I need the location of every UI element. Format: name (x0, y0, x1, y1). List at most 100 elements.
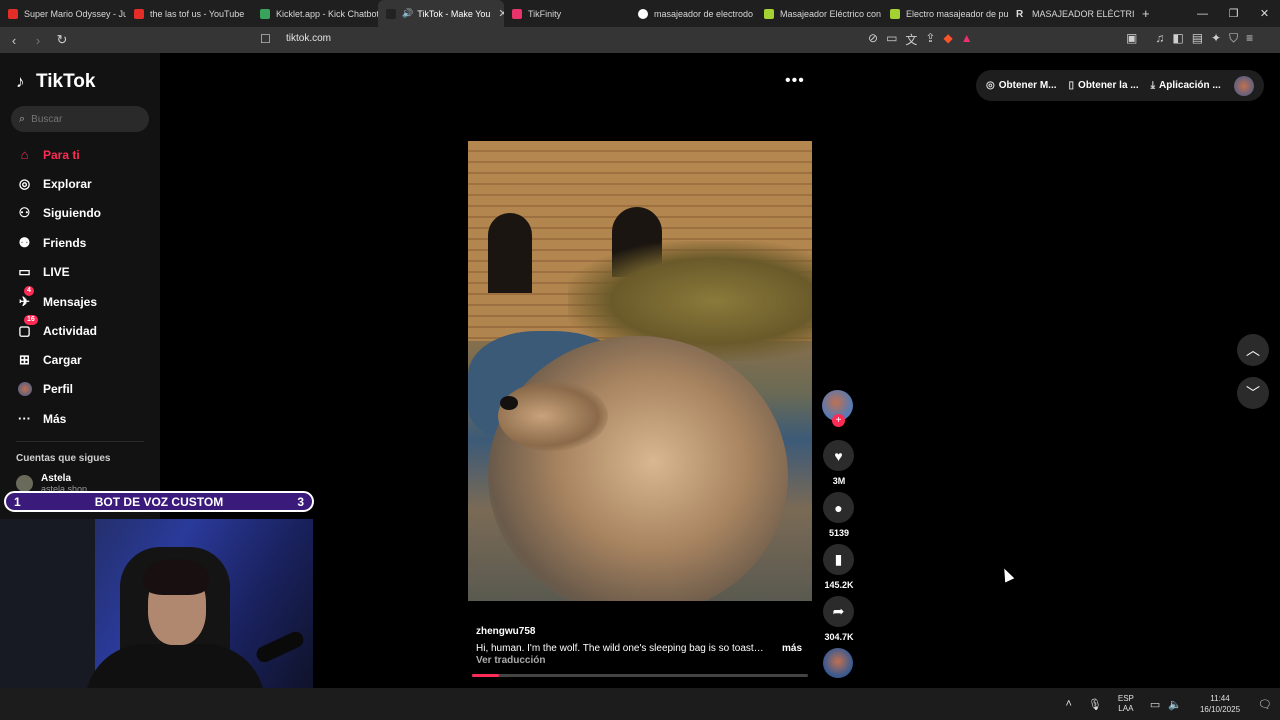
browser-tab-bar: Super Mario Odyssey - Jur the las tof us… (0, 0, 1280, 27)
windows-taskbar: ˄ 🎙 ESP LAA ▭ 🔈 11:44 16/10/2025 🗨 (0, 688, 1280, 720)
more-icon: ··· (18, 411, 31, 426)
vpn-icon[interactable]: ⛉ (1229, 31, 1238, 46)
search-box[interactable]: ⌕ (11, 106, 149, 132)
like-button[interactable]: ♥ (823, 440, 854, 471)
upload-icon: ⊞ (19, 351, 30, 367)
tiktok-favicon-icon (386, 8, 396, 19)
kicklet-favicon-icon (260, 8, 270, 19)
shop-favicon-icon (890, 8, 900, 19)
browser-tab[interactable]: the las tof us - YouTube (126, 0, 252, 27)
system-clock[interactable]: 11:44 16/10/2025 (1200, 693, 1240, 715)
browser-tab[interactable]: RMASAJEADOR ELÉCTRICO (1008, 0, 1134, 27)
sidebar-item-explorar[interactable]: ◎ Explorar (16, 175, 92, 192)
forward-icon[interactable]: › (28, 33, 48, 48)
webcam-microphone (253, 629, 307, 665)
browser-tab[interactable]: TikFinity (504, 0, 630, 27)
desktop-app-button[interactable]: ⤓ Aplicación ... (1151, 80, 1221, 91)
video-more-options-icon[interactable]: ••• (785, 72, 805, 90)
sidebar-item-perfil[interactable]: Perfil (16, 380, 73, 397)
back-icon[interactable]: ‹ (4, 33, 24, 48)
share-arrow-icon: ➦ (832, 603, 845, 619)
video-player[interactable] (468, 141, 812, 601)
share-icon[interactable]: ⇪ (925, 31, 935, 48)
tray-chevron-up-icon[interactable]: ˄ (1065, 698, 1071, 710)
video-caption: zhengwu758 Hi, human. I'm the wolf. The … (476, 626, 806, 666)
sidebar-item-para-ti[interactable]: ⌂ Para ti (16, 146, 80, 163)
music-disc-icon[interactable] (823, 648, 853, 678)
tiktok-logo[interactable]: ♪ TikTok (16, 71, 95, 93)
sidebar-item-mas[interactable]: ··· Más (16, 410, 66, 427)
no-tracking-icon[interactable]: ⊘ (868, 31, 878, 48)
media-icon[interactable]: ♫ (1155, 31, 1164, 46)
browser-tab[interactable]: Super Mario Odyssey - Jur (0, 0, 126, 27)
browser-tab[interactable]: Masajeador Eléctrico con (756, 0, 882, 27)
minimize-button[interactable]: — (1187, 8, 1218, 20)
video-action-rail: + ♥ 3M ● 5139 ▮ 145.2K ➦ 304.7K (822, 390, 856, 642)
volume-icon[interactable]: 🔈 (1168, 698, 1182, 711)
search-icon: ⌕ (19, 112, 26, 125)
share-button[interactable]: ➦ (823, 596, 854, 627)
messages-badge: 4 (24, 286, 34, 296)
video-username[interactable]: zhengwu758 (476, 626, 806, 637)
follow-plus-icon[interactable]: + (832, 414, 845, 427)
notifications-icon[interactable]: 🗨 (1258, 698, 1272, 711)
video-description: Hi, human. I'm the wolf. The wild one's … (476, 643, 766, 654)
avatar (16, 475, 33, 492)
webcam-person-hair (143, 559, 209, 595)
like-count: 3M (832, 476, 846, 486)
tiktok-logo-icon: ♪ (16, 72, 25, 91)
system-tray: ˄ 🎙 ESP LAA ▭ 🔈 11:44 16/10/2025 🗨 (1057, 688, 1280, 720)
youtube-favicon-icon (8, 8, 18, 19)
previous-video-button[interactable]: ︿ (1237, 334, 1269, 366)
translate-icon[interactable]: 文 (905, 31, 917, 48)
address-bar-row: ‹ › ↻ ☐ tiktok.com ⊘ ▭ 文 ⇪ ◆ ▲ ▣ ♫ ◧ ▤ ✦… (0, 27, 1280, 53)
google-favicon-icon (638, 8, 648, 19)
save-button[interactable]: ▮ (823, 544, 854, 575)
browser-tab[interactable]: Kicklet.app - Kick Chatbot (252, 0, 378, 27)
see-more-link[interactable]: más (782, 643, 802, 654)
sidebar-item-friends[interactable]: ⚉ Friends (16, 234, 87, 251)
next-video-button[interactable]: ﹀ (1237, 377, 1269, 409)
language-indicator[interactable]: ESP LAA (1118, 694, 1134, 714)
wallet-icon[interactable]: ▤ (1192, 31, 1203, 46)
comment-button[interactable]: ● (823, 492, 854, 523)
sidebar-item-siguiendo[interactable]: ⚇ Siguiendo (16, 204, 101, 221)
rewards-icon[interactable]: ▲ (961, 31, 973, 48)
sidebar-item-mensajes[interactable]: ✈ 4 Mensajes (16, 286, 97, 310)
url-field[interactable]: tiktok.com (286, 33, 331, 44)
microphone-icon[interactable]: 🎙 (1088, 698, 1102, 711)
sidebar-toggle-icon[interactable]: ◧ (1172, 31, 1183, 46)
chevron-up-icon: ︿ (1246, 342, 1260, 358)
brave-shield-icon[interactable]: ◆ (943, 31, 952, 48)
network-icon[interactable]: ▭ (1150, 698, 1160, 711)
mouse-cursor-icon (999, 566, 1015, 583)
video-progress-bar[interactable] (472, 674, 808, 677)
tab-audio-icon[interactable]: 🔊 (402, 8, 413, 19)
close-window-button[interactable]: ✕ (1249, 7, 1280, 20)
tab-search-icon[interactable]: ▣ (1126, 31, 1137, 46)
sidebar-item-cargar[interactable]: ⊞ Cargar (16, 351, 82, 368)
see-translation-link[interactable]: Ver traducción (476, 655, 545, 666)
get-app-button[interactable]: ▯ Obtener la ... (1069, 80, 1139, 91)
user-avatar[interactable] (1234, 76, 1254, 96)
reload-icon[interactable]: ↻ (52, 32, 72, 48)
sidebar-item-actividad[interactable]: ▢ 16 Actividad (16, 315, 97, 339)
comment-count: 5139 (828, 528, 850, 538)
browser-tab-active[interactable]: 🔊 TikTok - Make You ✕ (378, 0, 504, 27)
new-tab-button[interactable]: + (1134, 0, 1156, 27)
search-input[interactable] (31, 113, 127, 125)
leo-ai-icon[interactable]: ✦ (1211, 31, 1221, 46)
browser-tab[interactable]: Electro masajeador de pul (882, 0, 1008, 27)
menu-icon[interactable]: ≡ (1246, 31, 1253, 46)
tikfinity-favicon-icon (512, 8, 522, 19)
activity-icon: ▢ 16 (16, 315, 38, 339)
get-coins-button[interactable]: ◎ Obtener M... (986, 80, 1057, 91)
sidebar-item-live[interactable]: ▭ LIVE (16, 263, 69, 280)
cast-icon[interactable]: ▭ (886, 31, 897, 48)
maximize-button[interactable]: ❐ (1218, 7, 1249, 20)
browser-tab[interactable]: masajeador de electrodo (630, 0, 756, 27)
banner-label: BOT DE VOZ CUSTOM (94, 494, 224, 509)
video-arch (488, 213, 532, 293)
bookmark-icon[interactable]: ☐ (260, 32, 271, 46)
download-icon: ⤓ (1150, 80, 1156, 91)
